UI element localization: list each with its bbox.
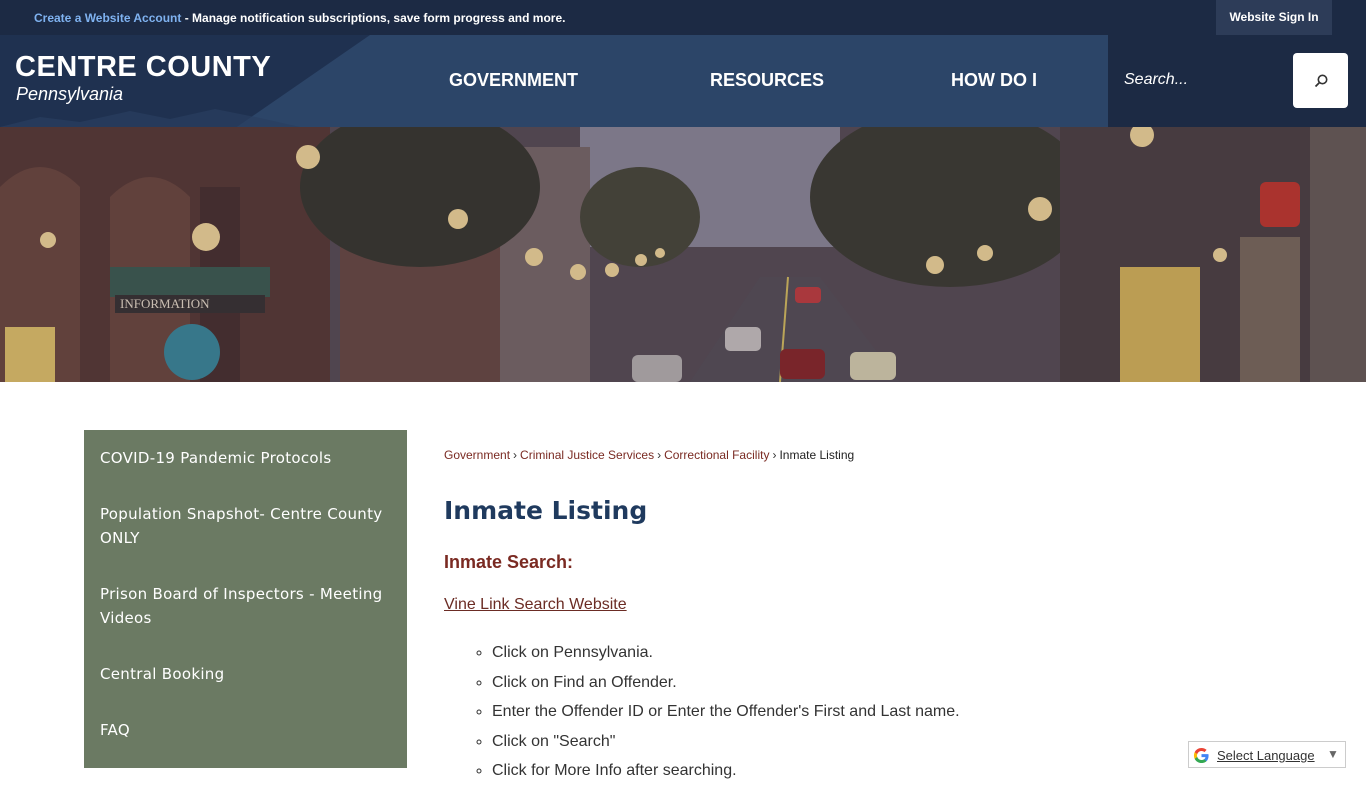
section-heading: Inmate Search: xyxy=(444,552,574,572)
list-item: Click on "Search" xyxy=(492,732,960,762)
breadcrumb-separator-icon: › xyxy=(513,448,518,462)
nav-resources[interactable]: RESOURCES xyxy=(710,70,824,91)
account-promo: Create a Website Account - Manage notifi… xyxy=(34,11,565,25)
list-item: Enter the Offender ID or Enter the Offen… xyxy=(492,702,960,732)
list-item: Click on Find an Offender. xyxy=(492,673,960,703)
list-item: Click on Pennsylvania. xyxy=(492,643,960,673)
search-button[interactable] xyxy=(1293,53,1348,108)
sidebar-item-covid-protocols[interactable]: COVID-19 Pandemic Protocols xyxy=(100,446,390,470)
hero-banner-image: INFORMATION xyxy=(0,127,1366,382)
google-icon xyxy=(1193,747,1209,764)
instruction-list: Click on Pennsylvania. Click on Find an … xyxy=(492,643,960,791)
breadcrumb-current: Inmate Listing xyxy=(779,448,855,462)
mountain-silhouette-icon xyxy=(0,109,300,127)
promo-text: - Manage notification subscriptions, sav… xyxy=(181,11,566,25)
logo-subtitle: Pennsylvania xyxy=(16,84,124,104)
select-language-label[interactable]: Select Language xyxy=(1217,748,1315,763)
breadcrumb-criminal-justice[interactable]: Criminal Justice Services xyxy=(520,448,654,462)
sidebar-nav: COVID-19 Pandemic Protocols Population S… xyxy=(84,430,407,768)
select-language-widget[interactable]: Select Language ▼ xyxy=(1188,741,1346,768)
sidebar-item-faq[interactable]: FAQ xyxy=(100,718,390,742)
sidebar-item-prison-board[interactable]: Prison Board of Inspectors - Meeting Vid… xyxy=(100,582,390,630)
breadcrumb: Government › Criminal Justice Services › Cor… xyxy=(444,448,854,462)
search-box xyxy=(1108,35,1366,127)
create-account-link[interactable]: Create a Website Account xyxy=(34,11,181,25)
street-scene-illustration: INFORMATION xyxy=(0,127,1366,382)
search-icon xyxy=(1314,74,1327,87)
site-header: CENTRE COUNTY Pennsylvania GOVERNMENT RE… xyxy=(0,35,1366,127)
chevron-down-icon[interactable]: ▼ xyxy=(1327,747,1339,761)
breadcrumb-correctional-facility[interactable]: Correctional Facility xyxy=(664,448,769,462)
list-item: Click for More Info after searching. xyxy=(492,761,960,791)
breadcrumb-government[interactable]: Government xyxy=(444,448,510,462)
logo-title[interactable]: CENTRE COUNTY xyxy=(15,51,271,84)
top-utility-bar: Create a Website Account - Manage notifi… xyxy=(0,0,1366,35)
vine-link-search-link[interactable]: Vine Link Search Website xyxy=(444,596,627,614)
breadcrumb-separator-icon: › xyxy=(657,448,662,462)
search-input[interactable] xyxy=(1124,55,1284,105)
sidebar-item-population-snapshot[interactable]: Population Snapshot- Centre County ONLY xyxy=(100,502,390,550)
nav-how-do-i[interactable]: HOW DO I xyxy=(951,70,1037,91)
website-sign-in-button[interactable]: Website Sign In xyxy=(1216,0,1332,35)
page-title: Inmate Listing xyxy=(444,496,648,525)
breadcrumb-separator-icon: › xyxy=(772,448,777,462)
nav-government[interactable]: GOVERNMENT xyxy=(449,70,578,91)
sidebar-item-central-booking[interactable]: Central Booking xyxy=(100,662,390,686)
